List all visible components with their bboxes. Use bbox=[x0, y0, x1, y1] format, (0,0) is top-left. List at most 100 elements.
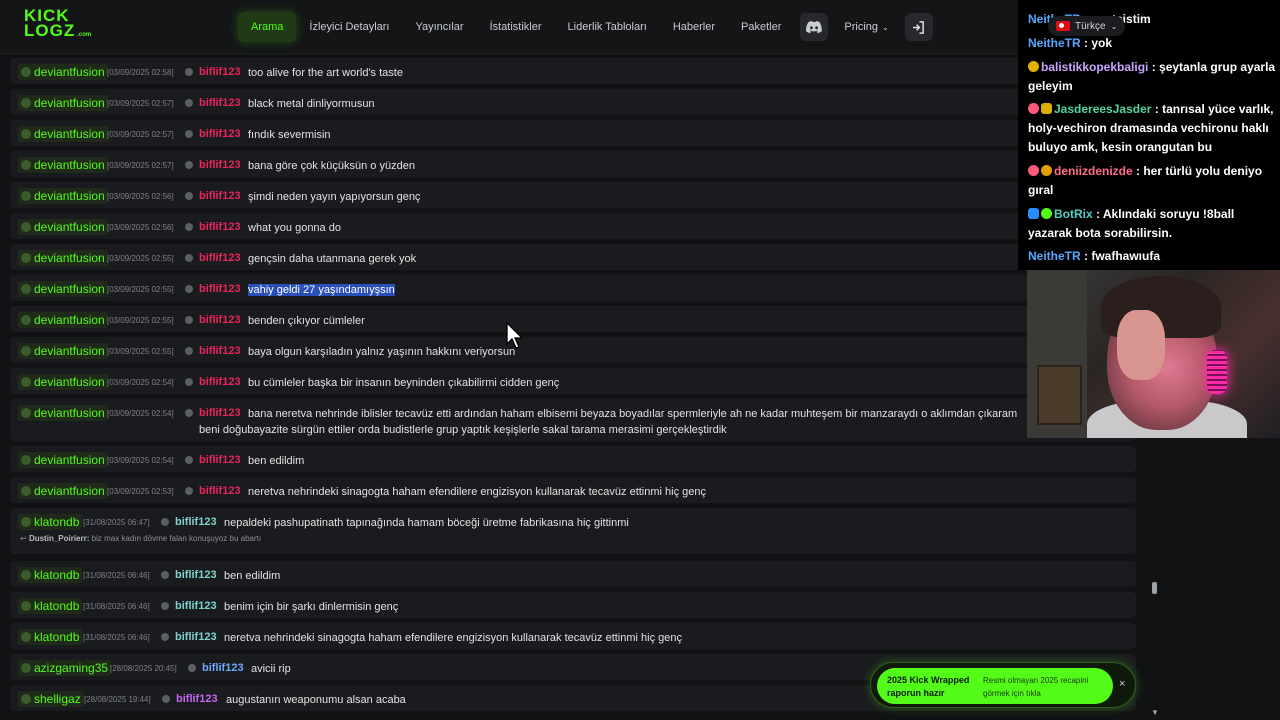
sender-username[interactable]: deviantfusion bbox=[18, 188, 108, 204]
target-channel[interactable]: biflif123 bbox=[199, 252, 241, 264]
target-channel[interactable]: biflif123 bbox=[199, 485, 241, 497]
reply-reference[interactable]: ↩ Dustin_Poirierr: biz max kadın dövme f… bbox=[20, 534, 261, 543]
nav-link-haberler[interactable]: Haberler bbox=[660, 12, 728, 42]
target-channel[interactable]: biflif123 bbox=[176, 693, 218, 705]
info-icon[interactable] bbox=[161, 602, 169, 610]
scroll-down-arrow-icon[interactable]: ▼ bbox=[1151, 708, 1159, 717]
log-row[interactable]: klatondb [31/08/2025 06:47] biflif123 ne… bbox=[10, 508, 1136, 554]
log-row[interactable]: deviantfusion [03/09/2025 02:58] biflif1… bbox=[10, 58, 1136, 84]
info-icon[interactable] bbox=[185, 378, 193, 386]
sender-username[interactable]: klatondb bbox=[18, 598, 83, 614]
info-icon[interactable] bbox=[185, 161, 193, 169]
wrapped-toast[interactable]: 2025 Kick Wrapped raporun hazır Resmi ol… bbox=[870, 662, 1136, 708]
message-text: nepaldeki pashupatinath tapınağında hama… bbox=[224, 517, 629, 529]
sender-username[interactable]: deviantfusion bbox=[18, 95, 108, 111]
sender-username[interactable]: deviantfusion bbox=[18, 343, 108, 359]
sender-username[interactable]: deviantfusion bbox=[18, 312, 108, 328]
nav-link-liderlik-tablolari[interactable]: Liderlik Tabloları bbox=[555, 12, 660, 42]
target-channel[interactable]: biflif123 bbox=[199, 283, 241, 295]
info-icon[interactable] bbox=[162, 695, 170, 703]
sender-username[interactable]: klatondb bbox=[18, 567, 83, 583]
nav-link-paketler[interactable]: Paketler bbox=[728, 12, 794, 42]
sender-username[interactable]: klatondb bbox=[18, 629, 83, 645]
target-channel[interactable]: biflif123 bbox=[199, 345, 241, 357]
pricing-dropdown[interactable]: Pricing ⌄ bbox=[834, 21, 898, 33]
nav-link-izleyici-detaylari[interactable]: İzleyici Detayları bbox=[296, 12, 402, 42]
log-row[interactable]: deviantfusion [03/09/2025 02:55] biflif1… bbox=[10, 275, 1136, 301]
log-row[interactable]: deviantfusion [03/09/2025 02:54] biflif1… bbox=[10, 368, 1136, 394]
discord-button[interactable] bbox=[800, 13, 829, 41]
info-icon[interactable] bbox=[185, 192, 193, 200]
language-selector[interactable]: Türkçe ⌄ bbox=[1048, 16, 1126, 36]
info-icon[interactable] bbox=[185, 409, 193, 417]
sender-username[interactable]: shelligaz bbox=[18, 691, 84, 707]
log-row[interactable]: deviantfusion [03/09/2025 02:55] biflif1… bbox=[10, 337, 1136, 363]
target-channel[interactable]: biflif123 bbox=[175, 569, 217, 581]
log-row[interactable]: deviantfusion [03/09/2025 02:55] biflif1… bbox=[10, 244, 1136, 270]
message-text: benden çıkıyor cümleler bbox=[248, 315, 365, 327]
target-channel[interactable]: biflif123 bbox=[199, 159, 241, 171]
target-channel[interactable]: biflif123 bbox=[199, 128, 241, 140]
sender-username[interactable]: deviantfusion bbox=[18, 64, 108, 80]
sender-username[interactable]: deviantfusion bbox=[18, 126, 108, 142]
log-row[interactable]: deviantfusion [03/09/2025 02:57] biflif1… bbox=[10, 89, 1136, 115]
toast-close-icon[interactable]: × bbox=[1119, 678, 1125, 690]
kicklogz-logo[interactable]: KICK LOGZ .com bbox=[24, 7, 91, 42]
log-row[interactable]: deviantfusion [03/09/2025 02:54] biflif1… bbox=[10, 399, 1136, 441]
target-channel[interactable]: biflif123 bbox=[175, 600, 217, 612]
info-icon[interactable] bbox=[161, 571, 169, 579]
target-channel[interactable]: biflif123 bbox=[175, 631, 217, 643]
overlay-chat-user: NeitheTR bbox=[1028, 36, 1081, 50]
sender-username[interactable]: deviantfusion bbox=[18, 157, 108, 173]
sender-username[interactable]: klatondb bbox=[18, 514, 83, 530]
sender-username[interactable]: azizgaming35 bbox=[18, 660, 112, 676]
target-channel[interactable]: biflif123 bbox=[199, 221, 241, 233]
sender-username[interactable]: deviantfusion bbox=[18, 281, 108, 297]
target-channel[interactable]: biflif123 bbox=[199, 314, 241, 326]
scrollbar-thumb[interactable] bbox=[1152, 582, 1157, 594]
log-row[interactable]: klatondb [31/08/2025 06:46] biflif123 be… bbox=[10, 561, 1136, 587]
target-channel[interactable]: biflif123 bbox=[202, 662, 244, 674]
nav-link-yayincilar[interactable]: Yayıncılar bbox=[402, 12, 476, 42]
info-icon[interactable] bbox=[185, 456, 193, 464]
nav-link-arama[interactable]: Arama bbox=[238, 12, 297, 42]
sender-username[interactable]: deviantfusion bbox=[18, 483, 108, 499]
chat-log-list[interactable]: deviantfusion [03/09/2025 02:58] biflif1… bbox=[10, 56, 1138, 720]
info-icon[interactable] bbox=[185, 487, 193, 495]
log-row[interactable]: klatondb [31/08/2025 06:46] biflif123 ne… bbox=[10, 623, 1136, 649]
log-row[interactable]: deviantfusion [03/09/2025 02:56] biflif1… bbox=[10, 182, 1136, 208]
info-icon[interactable] bbox=[185, 223, 193, 231]
info-icon[interactable] bbox=[185, 347, 193, 355]
sender-username[interactable]: deviantfusion bbox=[18, 219, 108, 235]
log-row[interactable]: klatondb [31/08/2025 06:46] biflif123 be… bbox=[10, 592, 1136, 618]
log-row[interactable]: deviantfusion [03/09/2025 02:55] biflif1… bbox=[10, 306, 1136, 332]
info-icon[interactable] bbox=[185, 130, 193, 138]
sender-username[interactable]: deviantfusion bbox=[18, 250, 108, 266]
sender-username[interactable]: deviantfusion bbox=[18, 405, 108, 421]
info-icon[interactable] bbox=[188, 664, 196, 672]
info-icon[interactable] bbox=[185, 68, 193, 76]
target-channel[interactable]: biflif123 bbox=[199, 407, 241, 419]
sender-username[interactable]: deviantfusion bbox=[18, 452, 108, 468]
log-row[interactable]: deviantfusion [03/09/2025 02:56] biflif1… bbox=[10, 213, 1136, 239]
info-icon[interactable] bbox=[185, 285, 193, 293]
log-row[interactable]: deviantfusion [03/09/2025 02:54] biflif1… bbox=[10, 446, 1136, 472]
toast-content[interactable]: 2025 Kick Wrapped raporun hazır Resmi ol… bbox=[877, 668, 1113, 704]
log-row[interactable]: deviantfusion [03/09/2025 02:57] biflif1… bbox=[10, 151, 1136, 177]
sender-username[interactable]: deviantfusion bbox=[18, 374, 108, 390]
info-icon[interactable] bbox=[161, 518, 169, 526]
target-channel[interactable]: biflif123 bbox=[175, 516, 217, 528]
log-row[interactable]: deviantfusion [03/09/2025 02:53] biflif1… bbox=[10, 477, 1136, 503]
nav-link-istatistikler[interactable]: İstatistikler bbox=[477, 12, 555, 42]
target-channel[interactable]: biflif123 bbox=[199, 376, 241, 388]
info-icon[interactable] bbox=[161, 633, 169, 641]
target-channel[interactable]: biflif123 bbox=[199, 66, 241, 78]
info-icon[interactable] bbox=[185, 316, 193, 324]
log-row[interactable]: deviantfusion [03/09/2025 02:57] biflif1… bbox=[10, 120, 1136, 146]
target-channel[interactable]: biflif123 bbox=[199, 190, 241, 202]
target-channel[interactable]: biflif123 bbox=[199, 97, 241, 109]
info-icon[interactable] bbox=[185, 99, 193, 107]
login-button[interactable] bbox=[904, 13, 933, 41]
target-channel[interactable]: biflif123 bbox=[199, 454, 241, 466]
info-icon[interactable] bbox=[185, 254, 193, 262]
